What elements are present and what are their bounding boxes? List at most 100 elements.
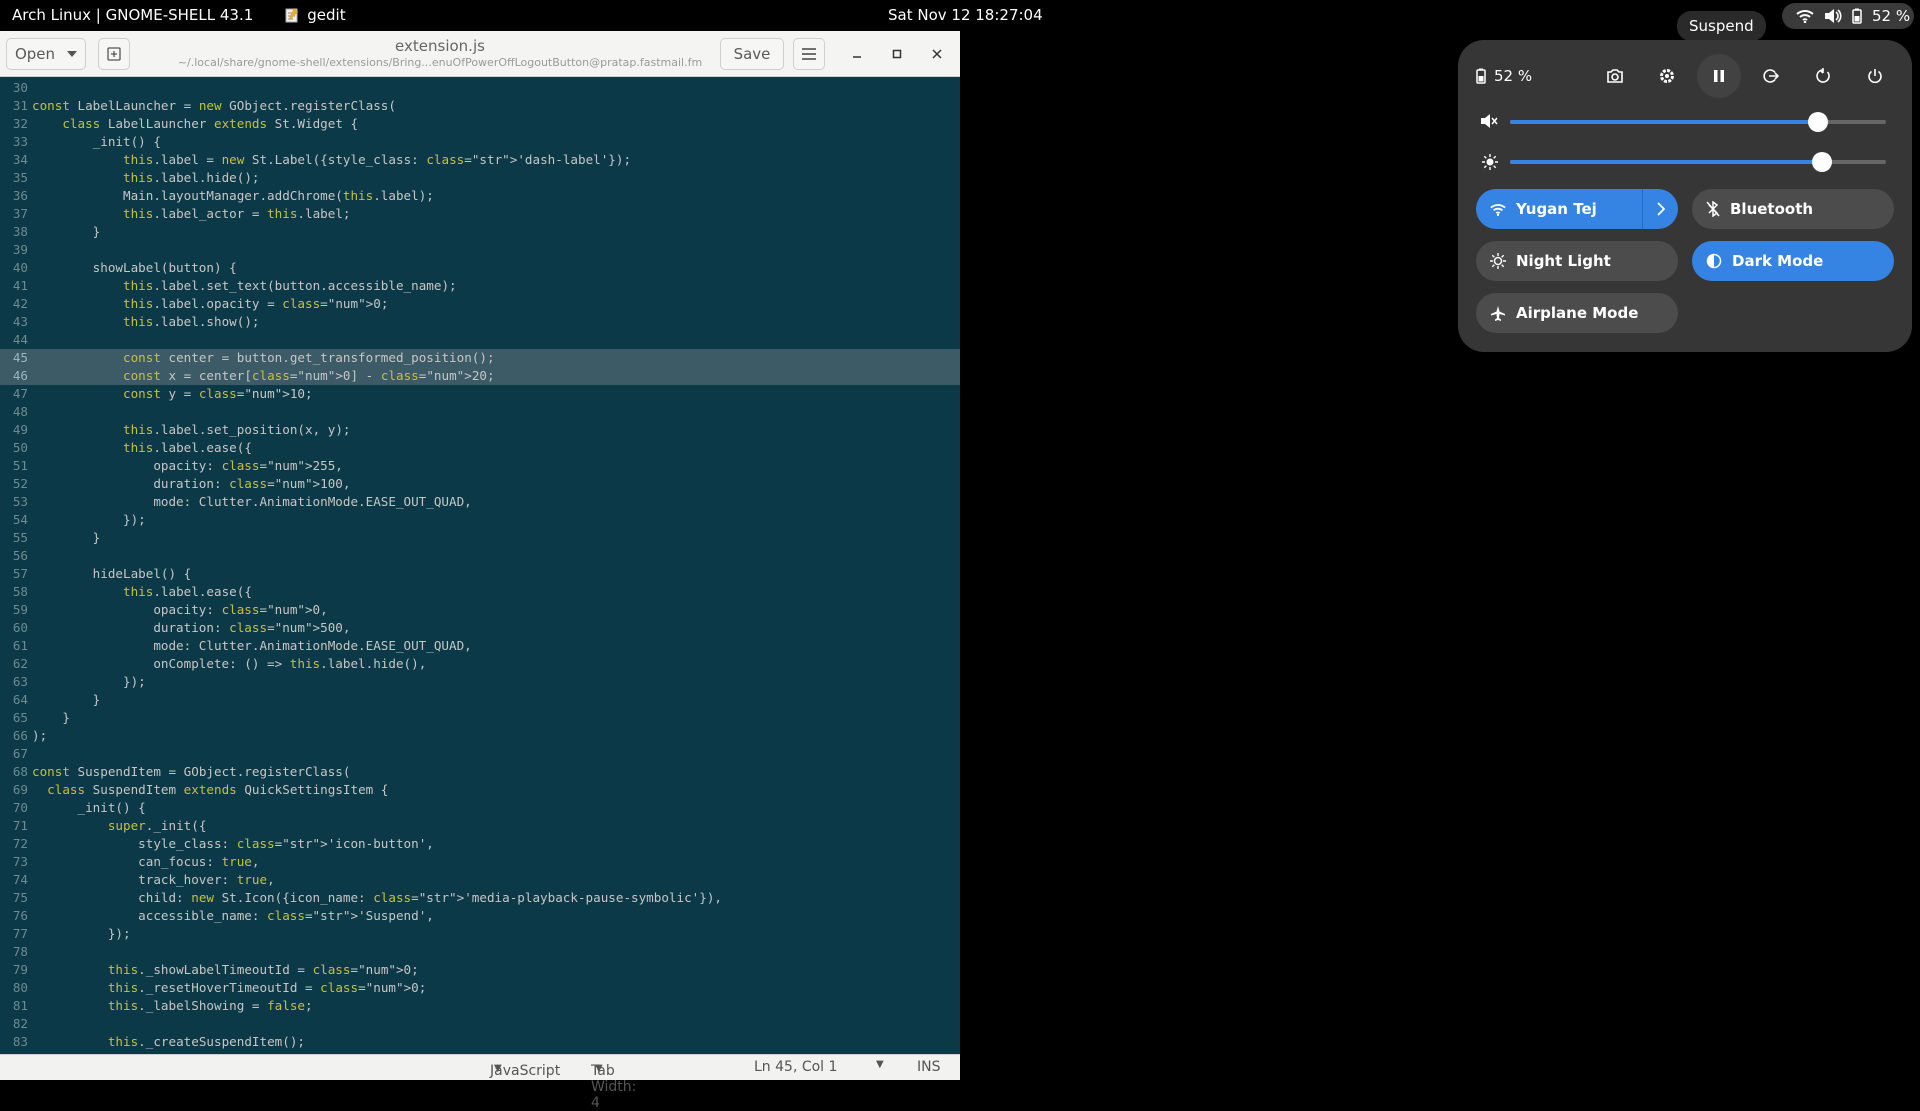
code-line[interactable]: 53 mode: Clutter.AnimationMode.EASE_OUT_…: [0, 493, 960, 511]
code-line[interactable]: 52 duration: class="num">100,: [0, 475, 960, 493]
code-line[interactable]: 41 this.label.set_text(button.accessible…: [0, 277, 960, 295]
line-code: const SuspendItem = GObject.registerClas…: [32, 764, 351, 779]
code-line[interactable]: 32 class LabelLauncher extends St.Widget…: [0, 115, 960, 133]
open-button[interactable]: Open: [6, 38, 86, 70]
code-line[interactable]: 38 }: [0, 223, 960, 241]
code-line[interactable]: 62 onComplete: () => this.label.hide(),: [0, 655, 960, 673]
code-line[interactable]: 71 super._init({: [0, 817, 960, 835]
code-line[interactable]: 35 this.label.hide();: [0, 169, 960, 187]
code-line[interactable]: 63 });: [0, 673, 960, 691]
code-line[interactable]: 47 const y = class="num">10;: [0, 385, 960, 403]
code-line[interactable]: 64 }: [0, 691, 960, 709]
code-line[interactable]: 37 this.label_actor = this.label;: [0, 205, 960, 223]
code-line[interactable]: 30: [0, 79, 960, 97]
logout-button[interactable]: [1749, 54, 1793, 98]
code-line[interactable]: 75 child: new St.Icon({icon_name: class=…: [0, 889, 960, 907]
brightness-slider[interactable]: [1510, 152, 1886, 172]
code-line[interactable]: 82: [0, 1015, 960, 1033]
line-code: _init() {: [32, 134, 161, 149]
volume-slider[interactable]: [1510, 112, 1886, 132]
code-line[interactable]: 59 opacity: class="num">0,: [0, 601, 960, 619]
code-line[interactable]: 43 this.label.show();: [0, 313, 960, 331]
new-tab-icon: [107, 47, 121, 61]
line-number: 60: [12, 620, 28, 635]
code-line[interactable]: 54 });: [0, 511, 960, 529]
menu-button[interactable]: [793, 38, 825, 70]
activities-button[interactable]: Arch Linux | GNOME-SHELL 43.1: [12, 6, 253, 24]
close-button[interactable]: [922, 39, 952, 69]
code-line[interactable]: 33 _init() {: [0, 133, 960, 151]
insert-mode[interactable]: INS: [917, 1059, 941, 1075]
code-line[interactable]: 51 opacity: class="num">255,: [0, 457, 960, 475]
code-line[interactable]: 66);: [0, 727, 960, 745]
code-line[interactable]: 80 this._resetHoverTimeoutId = class="nu…: [0, 979, 960, 997]
code-line[interactable]: 49 this.label.set_position(x, y);: [0, 421, 960, 439]
maximize-button[interactable]: [882, 39, 912, 69]
position-dropdown-icon[interactable]: ▼: [876, 1059, 884, 1070]
power-off-button[interactable]: [1853, 54, 1897, 98]
code-line[interactable]: 61 mode: Clutter.AnimationMode.EASE_OUT_…: [0, 637, 960, 655]
line-code: this.label.opacity = class="num">0;: [123, 296, 389, 311]
line-code: mode: Clutter.AnimationMode.EASE_OUT_QUA…: [32, 494, 472, 509]
wifi-icon: [1490, 203, 1506, 216]
code-line[interactable]: 69 class SuspendItem extends QuickSettin…: [0, 781, 960, 799]
dark-mode-label: Dark Mode: [1732, 252, 1824, 270]
wifi-toggle[interactable]: Yugan Tej: [1476, 189, 1678, 229]
battery-status[interactable]: 52 %: [1476, 58, 1532, 94]
clock[interactable]: Sat Nov 12 18:27:04: [888, 6, 1043, 24]
code-line[interactable]: 50 this.label.ease({: [0, 439, 960, 457]
volume-slider-handle[interactable]: [1808, 112, 1829, 132]
code-line[interactable]: 60 duration: class="num">500,: [0, 619, 960, 637]
settings-button[interactable]: [1645, 54, 1689, 98]
code-line[interactable]: 57 hideLabel() {: [0, 565, 960, 583]
code-line[interactable]: 42 this.label.opacity = class="num">0;: [0, 295, 960, 313]
code-line[interactable]: 70 _init() {: [0, 799, 960, 817]
app-menu[interactable]: gedit: [285, 6, 346, 24]
power-icon: [1868, 69, 1882, 84]
language-dropdown-icon: ▼: [494, 1063, 502, 1074]
night-light-toggle[interactable]: Night Light: [1476, 241, 1678, 281]
code-line[interactable]: 44: [0, 331, 960, 349]
code-line[interactable]: 31 const LabelLauncher = new GObject.regi…: [0, 97, 960, 115]
code-line[interactable]: 78: [0, 943, 960, 961]
new-tab-button[interactable]: [98, 38, 130, 70]
code-line[interactable]: 34 this.label = new St.Label({style_clas…: [0, 151, 960, 169]
code-line[interactable]: 77 });: [0, 925, 960, 943]
code-line[interactable]: 48: [0, 403, 960, 421]
code-line[interactable]: 36 Main.layoutManager.addChrome(this.lab…: [0, 187, 960, 205]
code-line[interactable]: 74 track_hover: true,: [0, 871, 960, 889]
code-line[interactable]: 68 const SuspendItem = GObject.registerCl…: [0, 763, 960, 781]
night-light-icon: [1490, 253, 1506, 269]
code-line[interactable]: 55 }: [0, 529, 960, 547]
code-line[interactable]: 81 this._labelShowing = false;: [0, 997, 960, 1015]
code-line[interactable]: 40 showLabel(button) {: [0, 259, 960, 277]
code-line[interactable]: 67: [0, 745, 960, 763]
brightness-slider-handle[interactable]: [1812, 152, 1833, 172]
code-editor[interactable]: 30 31 const LabelLauncher = new GObject.re…: [0, 77, 960, 1054]
minimize-button[interactable]: [842, 39, 872, 69]
code-line[interactable]: 58 this.label.ease({: [0, 583, 960, 601]
code-line[interactable]: 56: [0, 547, 960, 565]
code-line[interactable]: 45 const center = button.get_transformed…: [0, 349, 960, 367]
restart-button[interactable]: [1801, 54, 1845, 98]
battery-level: 52 %: [1494, 67, 1533, 85]
code-line[interactable]: 65 }: [0, 709, 960, 727]
code-line[interactable]: 39: [0, 241, 960, 259]
bluetooth-toggle[interactable]: Bluetooth: [1692, 189, 1894, 229]
screenshot-button[interactable]: [1593, 54, 1637, 98]
code-line[interactable]: 79 this._showLabelTimeoutId = class="num…: [0, 961, 960, 979]
suspend-button[interactable]: [1697, 54, 1741, 98]
code-line[interactable]: 76 accessible_name: class="str">'Suspend…: [0, 907, 960, 925]
code-line[interactable]: 83 this._createSuspendItem();: [0, 1033, 960, 1051]
wifi-menu-button[interactable]: [1642, 189, 1678, 229]
code-line[interactable]: 72 style_class: class="str">'icon-button…: [0, 835, 960, 853]
line-code: this._showLabelTimeoutId = class="num">0…: [107, 962, 419, 977]
airplane-mode-toggle[interactable]: Airplane Mode: [1476, 293, 1678, 333]
code-line[interactable]: 73 can_focus: true,: [0, 853, 960, 871]
code-line[interactable]: 46 const x = center[class="num">0] - cla…: [0, 367, 960, 385]
save-button[interactable]: Save: [720, 38, 784, 70]
cursor-position[interactable]: Ln 45, Col 1: [754, 1059, 837, 1075]
volume-mute-button[interactable]: [1480, 113, 1498, 129]
system-tray[interactable]: 52 %: [1782, 3, 1914, 29]
dark-mode-toggle[interactable]: Dark Mode: [1692, 241, 1894, 281]
